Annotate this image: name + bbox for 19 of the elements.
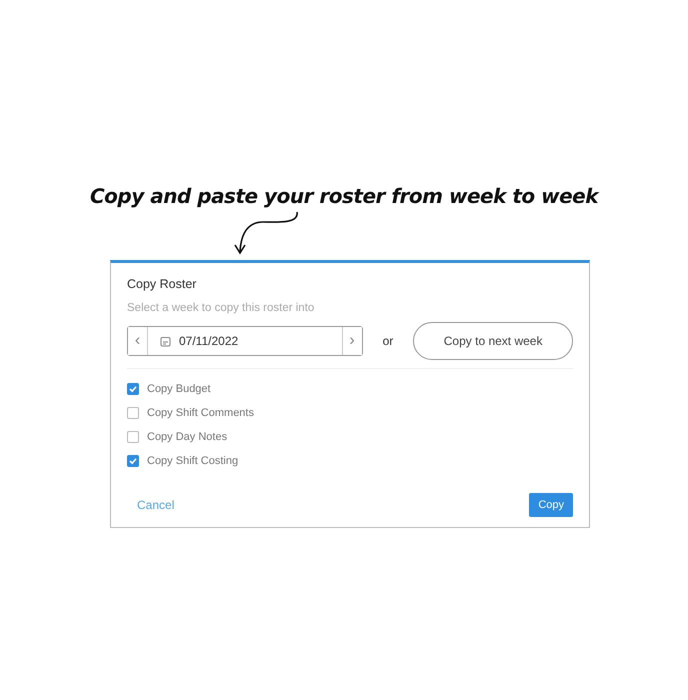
caption: Copy and paste your roster from week to week [89, 184, 600, 208]
checkbox[interactable] [127, 407, 139, 419]
dialog-subtitle: Select a week to copy this roster into [127, 302, 316, 314]
next-week-button[interactable]: › [342, 327, 362, 355]
dialog-title: Copy Roster [127, 277, 198, 291]
checkbox-label: Copy Day Notes [147, 431, 228, 443]
or-label: or [382, 334, 394, 348]
checkbox[interactable] [127, 431, 139, 443]
calendar-icon [160, 336, 171, 346]
date-value[interactable]: 07/11/2022 [179, 334, 238, 348]
checkbox-label: Copy Shift Comments [147, 407, 254, 419]
checkbox-label: Copy Shift Costing [147, 455, 238, 467]
checkbox[interactable] [127, 455, 139, 467]
checkbox[interactable] [127, 383, 139, 395]
previous-week-button[interactable]: ‹ [128, 327, 148, 355]
cancel-button[interactable]: Cancel [127, 494, 184, 516]
copy-to-next-week-button[interactable]: Copy to next week [413, 322, 573, 360]
copy-button[interactable]: Copy [529, 493, 573, 517]
checkbox-label: Copy Budget [147, 383, 211, 395]
